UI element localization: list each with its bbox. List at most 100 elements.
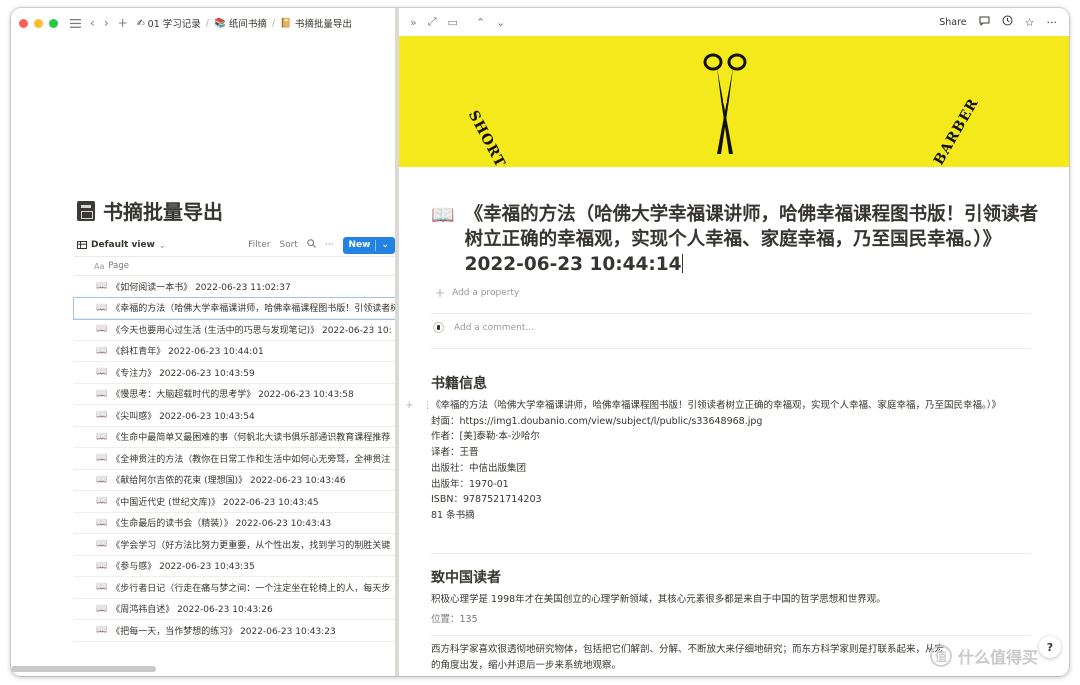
para-text: 西方科学家喜欢很透彻地研究物体，包括把它们解剖、分解、不断放大来仔细地研究；而东… (431, 644, 878, 655)
book-info-line: 作者：[美]泰勒·本-沙哈尔 (431, 431, 540, 443)
row-title: 《专注力》 2022-06-23 10:43:59 (111, 368, 255, 379)
book-info-line: ISBN：9787521714203 (431, 494, 542, 506)
page-title: 书摘批量导出 (103, 200, 223, 224)
sort-button[interactable]: Sort (279, 240, 297, 250)
doc-title-text[interactable]: 《幸福的方法（哈佛大学幸福课讲师，哈佛幸福课程图书版！引领读者树立正确的幸福观，… (465, 204, 1039, 275)
row-title: 《全神贯注的方法（教你在日常工作和生活中如何心无旁骛，全神贯注 (111, 454, 391, 465)
book-info-line: 译者：王晋 (431, 447, 479, 459)
traffic-lights (19, 18, 58, 28)
column-header-page[interactable]: Aa Page (74, 256, 395, 276)
new-button[interactable]: New ⌄ (342, 236, 395, 254)
more-options-icon[interactable]: ··· (1047, 16, 1058, 29)
breadcrumb-label: 01 学习记录 (147, 19, 201, 30)
book-info-line: 《幸福的方法（哈佛大学幸福课讲师，哈佛幸福课程图书版！引领读者树立正确的幸福观，… (431, 400, 1002, 411)
filter-button[interactable]: Filter (248, 240, 270, 250)
row-title: 《步行者日记（行走在痛与梦之间：一个注定坐在轮椅上的人，每天步 (111, 583, 391, 594)
minimize-window-button[interactable] (34, 18, 43, 28)
book-info-line: 81 条书摘 (431, 509, 475, 521)
close-window-button[interactable] (19, 18, 28, 28)
highlight-paragraph[interactable]: 积极心理学是 1998年才在美国创立的心理学新领域，其核心元素很多都是来自于中国… (431, 592, 1051, 608)
watermark-badge: 值 (930, 645, 952, 667)
back-arrow-icon[interactable]: ‹ (90, 16, 95, 30)
table-row[interactable]: 📖 《周鸿祎自述》 2022-06-23 10:43:26 (74, 599, 395, 620)
add-comment-placeholder: Add a comment... (454, 322, 535, 333)
help-button[interactable]: ? (1039, 636, 1061, 658)
breadcrumb-item-2[interactable]: 📚 纸间书摘 (214, 16, 267, 31)
open-book-icon[interactable]: 📖 (431, 203, 455, 277)
breadcrumb-item-1[interactable]: ✍ 01 学习记录 (136, 16, 201, 31)
table-row[interactable]: 📖 《今天也要用心过生活 (生活中的巧思与发现笔记)》 2022-06-23 10… (74, 319, 395, 341)
table-row[interactable]: 📖 《献给阿尔吉侬的花束 (理想国)》 2022-06-23 10:43:46 (74, 470, 395, 491)
app-window: ‹ › + ✍ 01 学习记录 / 📚 纸间书摘 / 📔 书摘批量导出 书摘批量… (11, 8, 1069, 676)
table-row[interactable]: 📖 《把每一天，当作梦想的练习》 2022-06-23 10:43:23 (74, 620, 395, 642)
sidebar-toggle-icon[interactable] (70, 18, 81, 28)
more-options-icon[interactable]: ··· (325, 240, 334, 250)
comment-icon[interactable] (979, 16, 990, 29)
chevron-up-icon[interactable]: ⌃ (476, 16, 485, 29)
book-info-line: 封面：https://img1.doubanio.com/view/subjec… (431, 415, 763, 427)
page-cover[interactable]: SHORT C BARBER (399, 36, 1069, 167)
breadcrumb-item-3[interactable]: 📔 书摘批量导出 (280, 16, 352, 31)
divider (431, 348, 1031, 349)
chevron-down-icon[interactable]: ⌄ (496, 16, 505, 29)
open-book-icon: 📖 (96, 560, 108, 571)
doc-title[interactable]: 《幸福的方法（哈佛大学幸福课讲师，哈佛幸福课程图书版！引领读者树立正确的幸福观，… (465, 202, 1041, 277)
row-title: 《把每一天，当作梦想的练习》 2022-06-23 10:43:23 (111, 626, 336, 637)
star-icon[interactable]: ☆ (1025, 16, 1035, 29)
forward-arrow-icon[interactable]: › (104, 16, 109, 30)
open-book-icon: 📖 (96, 539, 108, 550)
open-book-icon: 📖 (96, 582, 108, 593)
open-book-icon: 📖 (96, 474, 108, 485)
divider (431, 635, 1031, 636)
chevron-down-icon[interactable]: ⌄ (381, 240, 389, 250)
database-pane: ‹ › + ✍ 01 学习记录 / 📚 纸间书摘 / 📔 书摘批量导出 书摘批量… (11, 8, 395, 676)
expand-icon[interactable]: ⤢ (428, 15, 437, 29)
page-title-row: 书摘批量导出 (77, 196, 223, 225)
table-row[interactable]: 📖 《中国近代史 (世纪文库)》 2022-06-23 10:43:45 (74, 491, 395, 513)
view-name: Default view (91, 240, 155, 250)
row-title: 《学会学习（好方法比努力更重要，从个性出发，找到学习的制胜关键 (111, 540, 391, 551)
horizontal-scrollbar[interactable] (11, 666, 156, 672)
table-row[interactable]: 📖 《尖叫感》 2022-06-23 10:43:54 (74, 405, 395, 427)
add-comment-field[interactable]: Add a comment... (433, 322, 534, 333)
open-book-icon: 📖 (96, 625, 108, 636)
writing-hand-icon: ✍ (136, 17, 145, 29)
table-row[interactable]: 📖 《生命中最简单又最困难的事（何帆北大读书俱乐部通识教育课程推荐 (74, 427, 395, 448)
table-row[interactable]: 📖 《生命最后的读书会（精装）》 2022-06-23 10:43:43 (74, 513, 395, 534)
table-row[interactable]: 📖 《斜杠青年》 2022-06-23 10:44:01 (74, 341, 395, 362)
table-row[interactable]: 📖 《专注力》 2022-06-23 10:43:59 (74, 362, 395, 384)
open-book-icon: 📖 (96, 431, 108, 442)
doc-title-row: 📖 《幸福的方法（哈佛大学幸福课讲师，哈佛幸福课程图书版！引领读者树立正确的幸福… (431, 202, 1041, 277)
table-row[interactable]: 📖 《步行者日记（行走在痛与梦之间：一个注定坐在轮椅上的人，每天步 (74, 577, 395, 599)
table-row[interactable]: 📖 《全神贯注的方法（教你在日常工作和生活中如何心无旁骛，全神贯注 (74, 448, 395, 470)
add-page-icon[interactable]: + (118, 16, 128, 30)
search-icon[interactable] (307, 239, 316, 251)
table-row[interactable]: 📖 《学会学习（好方法比努力更重要，从个性出发，找到学习的制胜关键 (74, 534, 395, 556)
row-title: 《今天也要用心过生活 (生活中的巧思与发现笔记)》 2022-06-23 10: (111, 325, 392, 336)
table-row[interactable]: 📖 《慢思考：大脑超载时代的思考学》 2022-06-23 10:43:58 (74, 384, 395, 405)
add-property-button[interactable]: + Add a property (435, 286, 519, 300)
chevron-down-icon: ⌄ (158, 240, 166, 250)
share-button[interactable]: Share (939, 17, 966, 28)
row-title: 《幸福的方法（哈佛大学幸福课讲师，哈佛幸福课程图书版！引领读者树立 (111, 304, 395, 315)
history-icon[interactable] (1002, 15, 1013, 29)
open-book-icon: 📖 (96, 410, 108, 421)
row-title: 《尖叫感》 2022-06-23 10:43:54 (111, 411, 255, 422)
zoom-window-button[interactable] (49, 18, 58, 28)
cover-text-left: SHORT C (464, 108, 517, 167)
open-as-page-icon[interactable]: ▭ (448, 16, 458, 29)
row-title: 《献给阿尔吉侬的花束 (理想国)》 2022-06-23 10:43:46 (111, 476, 346, 487)
table-row[interactable]: 📖 《如何阅读一本书》 2022-06-23 11:02:37 (74, 276, 395, 298)
new-button-label: New (348, 240, 371, 250)
table-row[interactable]: 📖 《参与感》 2022-06-23 10:43:35 (74, 556, 395, 577)
ledger-icon (77, 200, 95, 221)
view-selector[interactable]: Default view ⌄ (77, 240, 166, 250)
table-row[interactable]: 📖 《幸福的方法（哈佛大学幸福课讲师，哈佛幸福课程图书版！引领读者树立 (73, 296, 395, 320)
section-heading-preface: 致中国读者 (431, 570, 501, 586)
scissors-icon (703, 53, 747, 154)
open-book-icon: 📖 (96, 517, 108, 528)
collapse-panel-icon[interactable]: » (410, 16, 417, 29)
watermark-text: 什么值得买 (958, 648, 1039, 667)
book-info-block[interactable]: 《幸福的方法（哈佛大学幸福课讲师，哈佛幸福课程图书版！引领读者树立正确的幸福观，… (431, 398, 1051, 524)
right-topbar: » ⤢ ▭ ⌃ ⌄ Share ☆ ··· (399, 8, 1069, 36)
